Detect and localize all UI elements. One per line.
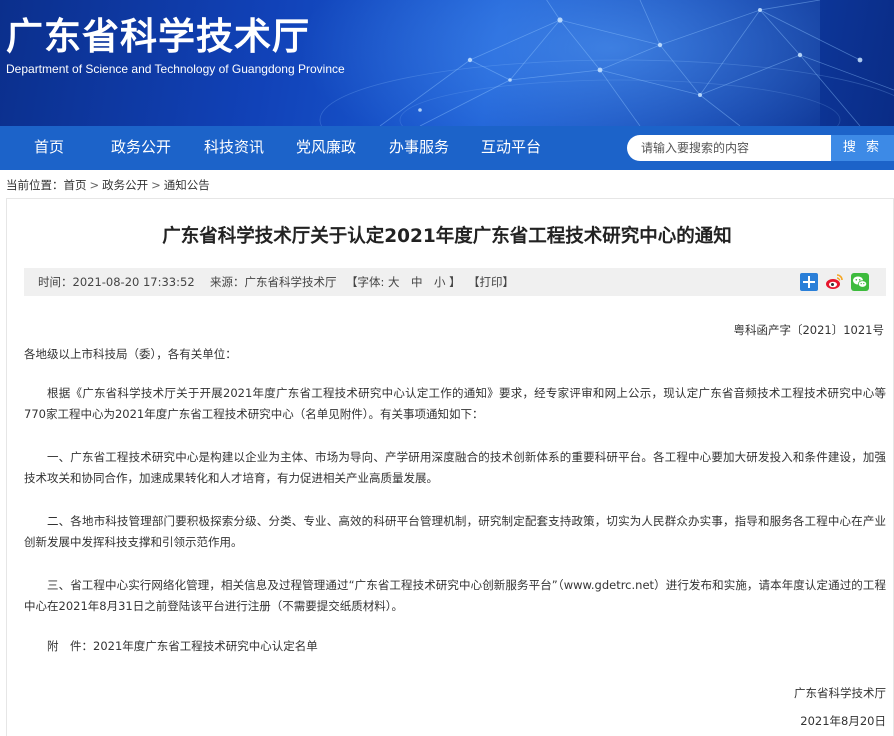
breadcrumb-item-home[interactable]: 首页 — [64, 177, 87, 193]
body-paragraph: 三、省工程中心实行网络化管理，相关信息及过程管理通过“广东省工程技术研究中心创新… — [24, 578, 886, 613]
article-title: 广东省科学技术厅关于认定2021年度广东省工程技术研究中心的通知 — [162, 226, 732, 247]
breadcrumb-item-notices[interactable]: 通知公告 — [164, 177, 210, 193]
breadcrumb-label: 当前位置： — [6, 178, 64, 192]
salutation: 各地级以上市科技局（委），各有关单位： — [24, 347, 237, 361]
body-paragraph: 根据《广东省科学技术厅关于开展2021年度广东省工程技术研究中心认定工作的通知》… — [24, 386, 886, 421]
breadcrumb-separator: > — [89, 178, 100, 192]
body-paragraph: 二、各地市科技管理部门要积极探索分级、分类、专业、高效的科研平台管理机制，研究制… — [24, 514, 886, 549]
breadcrumb-item-government-affairs[interactable]: 政务公开 — [102, 177, 148, 193]
document-number: 粤科函产字〔2021〕1021号 — [733, 323, 884, 337]
wechat-icon[interactable] — [851, 273, 869, 291]
article-meta-bar: 时间：2021-08-20 17:33:52 来源：广东省科学技术厅 【字体: … — [24, 268, 886, 296]
publish-time: 时间：2021-08-20 17:33:52 — [38, 275, 195, 289]
nav-item-party-integrity[interactable]: 党风廉政 — [296, 126, 356, 170]
share-plus-icon[interactable] — [800, 273, 818, 291]
site-title: 广东省科学技术厅 — [6, 15, 310, 58]
article-source: 来源：广东省科学技术厅 — [210, 275, 337, 289]
search-input[interactable] — [627, 135, 833, 161]
nav-item-tech-news[interactable]: 科技资讯 — [204, 126, 264, 170]
print-link[interactable]: 【打印】 — [468, 268, 514, 296]
breadcrumb: 当前位置：首页 > 政务公开 > 通知公告 — [6, 177, 210, 193]
nav-item-government-affairs[interactable]: 政务公开 — [111, 126, 171, 170]
weibo-icon[interactable] — [825, 273, 843, 291]
main-nav: 首页 政务公开 科技资讯 党风廉政 办事服务 互动平台 搜 索 — [0, 126, 894, 170]
signature-date: 2021年8月20日 — [800, 714, 886, 728]
signature-org: 广东省科学技术厅 — [794, 686, 886, 700]
site-banner: 广东省科学技术厅 Department of Science and Techn… — [0, 0, 894, 126]
nav-item-services[interactable]: 办事服务 — [389, 126, 449, 170]
breadcrumb-separator: > — [151, 178, 161, 192]
attachment-link[interactable]: 附 件：2021年度广东省工程技术研究中心认定名单 — [24, 636, 886, 657]
nav-item-home[interactable]: 首页 — [34, 126, 64, 170]
font-size-controls[interactable]: 【字体: 大 中 小 】 — [346, 268, 461, 296]
nav-item-interaction[interactable]: 互动平台 — [481, 126, 541, 170]
search-button[interactable]: 搜 索 — [831, 135, 894, 161]
site-subtitle: Department of Science and Technology of … — [6, 62, 345, 76]
body-paragraph: 一、广东省工程技术研究中心是构建以企业为主体、市场为导向、产学研用深度融合的技术… — [24, 450, 886, 485]
